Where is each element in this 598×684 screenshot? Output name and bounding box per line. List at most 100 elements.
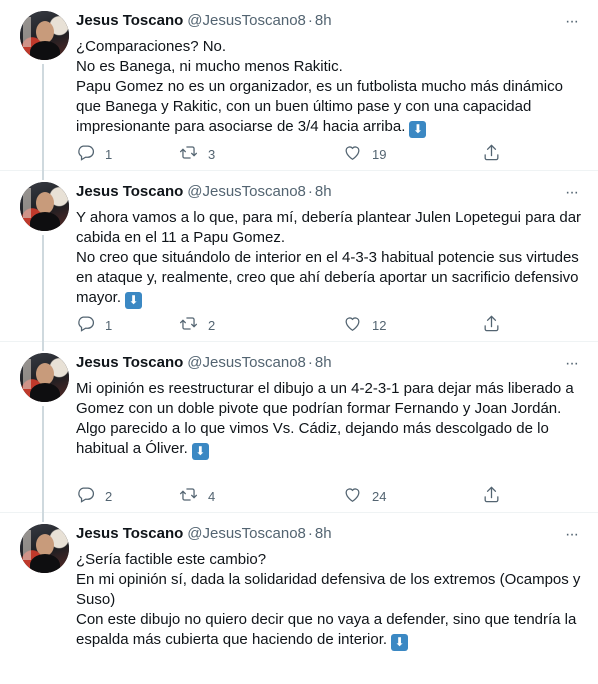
like-icon bbox=[343, 485, 362, 507]
share-button[interactable] bbox=[482, 314, 501, 336]
tweet-text-span: cabida en el 11 a Papu Gomez. bbox=[76, 229, 286, 246]
tweet-text-line: Papu Gomez no es un organizador, es un f… bbox=[76, 77, 586, 97]
separator-dot: · bbox=[307, 354, 313, 371]
share-icon bbox=[482, 143, 501, 165]
retweet-icon bbox=[179, 314, 198, 336]
avatar[interactable] bbox=[20, 182, 69, 231]
retweet-count: 4 bbox=[208, 488, 216, 504]
avatar[interactable] bbox=[20, 11, 69, 60]
tweet-text: ¿Sería factible este cambio? En mi opinió… bbox=[76, 550, 586, 651]
retweet-count: 2 bbox=[208, 317, 216, 333]
like-count: 19 bbox=[372, 146, 387, 162]
reply-button[interactable]: 1 bbox=[76, 314, 112, 336]
thread-connector bbox=[42, 342, 44, 351]
share-icon bbox=[482, 485, 501, 507]
more-options-icon[interactable]: ··· bbox=[565, 526, 579, 544]
retweet-icon bbox=[179, 485, 198, 507]
tweet[interactable]: Jesus Toscano @JesusToscano8 · 8h ··· ¿Sería … bbox=[0, 513, 598, 684]
more-options-icon[interactable]: ··· bbox=[565, 13, 579, 31]
tweet-text-span: espalda más cubierta que haciendo de int… bbox=[76, 631, 388, 648]
timestamp[interactable]: 8h bbox=[315, 183, 332, 200]
tweet-text-span: Suso) bbox=[76, 591, 116, 608]
tweet-text-line: impresionante para asociarse de 3/4 haci… bbox=[76, 117, 586, 138]
retweet-count: 3 bbox=[208, 146, 216, 162]
like-button[interactable]: 19 bbox=[343, 143, 386, 165]
timestamp[interactable]: 8h bbox=[315, 525, 332, 542]
timestamp[interactable]: 8h bbox=[315, 12, 332, 29]
tweet-text: Mi opinión es reestructurar el dibujo a … bbox=[76, 379, 586, 460]
tweet-text-line: espalda más cubierta que haciendo de int… bbox=[76, 630, 586, 651]
down-arrow-emoji-icon: ⬇ bbox=[409, 121, 427, 138]
separator-dot: · bbox=[307, 12, 313, 29]
tweet-text-line: En mi opinión sí, dada la solidaridad de… bbox=[76, 570, 586, 590]
separator-dot: · bbox=[307, 183, 313, 200]
tweet-text-span: Algo parecido a lo que vimos Vs. Cádiz, … bbox=[76, 420, 549, 437]
tweet[interactable]: Jesus Toscano @JesusToscano8 · 8h ··· ¿Compar… bbox=[0, 0, 598, 171]
author-name[interactable]: Jesus Toscano bbox=[76, 12, 183, 29]
tweet-text-line: que Banega y Rakitic, con un buen último… bbox=[76, 97, 586, 117]
author-handle[interactable]: @JesusToscano8 bbox=[187, 183, 306, 200]
tweet-text-span: En mi opinión sí, dada la solidaridad de… bbox=[76, 571, 581, 588]
like-button[interactable]: 24 bbox=[343, 485, 386, 507]
like-button[interactable]: 12 bbox=[343, 314, 386, 336]
author-handle[interactable]: @JesusToscano8 bbox=[187, 354, 306, 371]
tweet-text-line: en ataque y, realmente, creo que ahí deb… bbox=[76, 268, 586, 288]
share-button[interactable] bbox=[482, 485, 501, 507]
tweet-text-line: Suso) bbox=[76, 590, 586, 610]
tweet-text-span: No es Banega, ni mucho menos Rakitic. bbox=[76, 58, 343, 75]
reply-button[interactable]: 2 bbox=[76, 485, 112, 507]
author-name[interactable]: Jesus Toscano bbox=[76, 525, 183, 542]
tweet-text-span: Mi opinión es reestructurar el dibujo a … bbox=[76, 380, 574, 397]
tweet-text-line: Y ahora vamos a lo que, para mí, debería… bbox=[76, 208, 586, 228]
reply-count: 1 bbox=[105, 146, 113, 162]
tweet-text-line: Algo parecido a lo que vimos Vs. Cádiz, … bbox=[76, 419, 586, 439]
tweet-text-span: Con este dibujo no quiero decir que no v… bbox=[76, 611, 577, 628]
reply-icon bbox=[76, 143, 95, 165]
avatar[interactable] bbox=[20, 524, 69, 573]
author-name[interactable]: Jesus Toscano bbox=[76, 183, 183, 200]
retweet-button[interactable]: 2 bbox=[179, 314, 215, 336]
retweet-icon bbox=[179, 143, 198, 165]
author-handle[interactable]: @JesusToscano8 bbox=[187, 12, 306, 29]
tweet-text-span: impresionante para asociarse de 3/4 haci… bbox=[76, 118, 406, 135]
down-arrow-emoji-icon: ⬇ bbox=[391, 634, 409, 651]
tweet[interactable]: Jesus Toscano @JesusToscano8 · 8h ··· Mi opin… bbox=[0, 342, 598, 513]
reply-icon bbox=[76, 485, 95, 507]
share-icon bbox=[482, 314, 501, 336]
down-arrow-emoji-icon: ⬇ bbox=[191, 443, 209, 460]
reply-button[interactable]: 1 bbox=[76, 143, 112, 165]
retweet-button[interactable]: 3 bbox=[179, 143, 215, 165]
avatar[interactable] bbox=[20, 353, 69, 402]
tweet-actions: 1 3 19 bbox=[76, 143, 506, 163]
thread-connector bbox=[42, 513, 44, 522]
separator-dot: · bbox=[307, 525, 313, 542]
tweet-text-span: Gomez con un doble pivote que podrían fo… bbox=[76, 400, 562, 417]
thread-connector bbox=[42, 235, 44, 342]
tweet-text-span: ¿Comparaciones? No. bbox=[76, 38, 227, 55]
tweet-text-span: en ataque y, realmente, creo que ahí deb… bbox=[76, 269, 579, 286]
like-icon bbox=[343, 143, 362, 165]
retweet-button[interactable]: 4 bbox=[179, 485, 215, 507]
share-button[interactable] bbox=[482, 143, 501, 165]
timestamp[interactable]: 8h bbox=[315, 354, 332, 371]
thread-connector bbox=[42, 64, 44, 171]
thread-connector bbox=[42, 171, 44, 180]
more-options-icon[interactable]: ··· bbox=[565, 184, 579, 202]
author-name[interactable]: Jesus Toscano bbox=[76, 354, 183, 371]
tweet-text-line: Gomez con un doble pivote que podrían fo… bbox=[76, 399, 586, 419]
more-options-icon[interactable]: ··· bbox=[565, 355, 579, 373]
like-count: 12 bbox=[372, 317, 387, 333]
tweet-text-line: No creo que situándolo de interior en el… bbox=[76, 248, 586, 268]
tweet-text-span: mayor. bbox=[76, 289, 122, 306]
reply-count: 2 bbox=[105, 488, 113, 504]
tweet-text: ¿Comparaciones? No. No es Banega, ni much… bbox=[76, 37, 586, 138]
tweet-actions: 2 4 24 bbox=[76, 485, 506, 505]
down-arrow-emoji-icon: ⬇ bbox=[125, 292, 143, 309]
reply-count: 1 bbox=[105, 317, 113, 333]
tweet[interactable]: Jesus Toscano @JesusToscano8 · 8h ··· Y ahora… bbox=[0, 171, 598, 342]
like-count: 24 bbox=[372, 488, 387, 504]
author-handle[interactable]: @JesusToscano8 bbox=[187, 525, 306, 542]
tweet-text-line: ¿Comparaciones? No. bbox=[76, 37, 586, 57]
tweet-text-span: habitual a Óliver. bbox=[76, 440, 188, 457]
tweet-header: Jesus Toscano @JesusToscano8 · 8h bbox=[76, 525, 332, 543]
